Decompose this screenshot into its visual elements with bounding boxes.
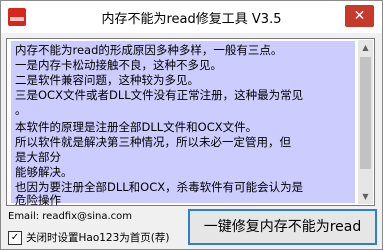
info-line: 危险操作 <box>15 193 61 207</box>
info-text-selection: 内存不能为read的形成原因多种多样，一般有三点。 一是内存卡松动接触不良，这种… <box>11 41 355 207</box>
repair-button[interactable]: 一键修复内存不能为read <box>188 209 377 245</box>
title-bar: 内存不能为read修复工具 V3.5 ✕ <box>1 1 382 33</box>
close-button[interactable]: ✕ <box>345 5 374 27</box>
info-line: 二是软件兼容问题，这种较为多见。 <box>15 73 199 87</box>
homepage-checkbox-label[interactable]: 关闭时设置Hao123为首页(荐) <box>26 230 170 245</box>
info-line: 能够解决。 <box>15 165 73 179</box>
info-line: 是大部分 <box>15 150 61 164</box>
email-label: Email: readfix@sina.com <box>8 211 133 222</box>
vertical-scrollbar[interactable]: ▲ ▼ <box>358 40 373 204</box>
info-line: 所以软件就是解决第三种情况，所以未必一定管用，但 <box>15 135 291 149</box>
window-title: 内存不能为read修复工具 V3.5 <box>101 12 282 27</box>
scroll-thumb[interactable] <box>360 57 371 169</box>
scroll-up-icon[interactable]: ▲ <box>358 40 373 55</box>
info-textbox[interactable]: 内存不能为read的形成原因多种多样，一般有三点。 一是内存卡松动接触不良，这种… <box>6 38 375 207</box>
info-line: 本软件的原理是注册全部DLL文件和OCX文件。 <box>15 120 258 134</box>
info-line: 三是OCX文件或者DLL文件没有正常注册，这种最为常见 <box>15 88 304 102</box>
info-line: 。 <box>15 103 27 117</box>
scroll-down-icon[interactable]: ▼ <box>358 189 373 204</box>
homepage-checkbox[interactable]: ✓ <box>8 231 22 245</box>
info-line: 一是内存卡松动接触不良，这种不多见。 <box>15 58 222 72</box>
info-line: 内存不能为read的形成原因多种多样，一般有三点。 <box>15 43 283 57</box>
app-window: 内存不能为read修复工具 V3.5 ✕ 内存不能为read的形成原因多种多样，… <box>0 0 383 250</box>
